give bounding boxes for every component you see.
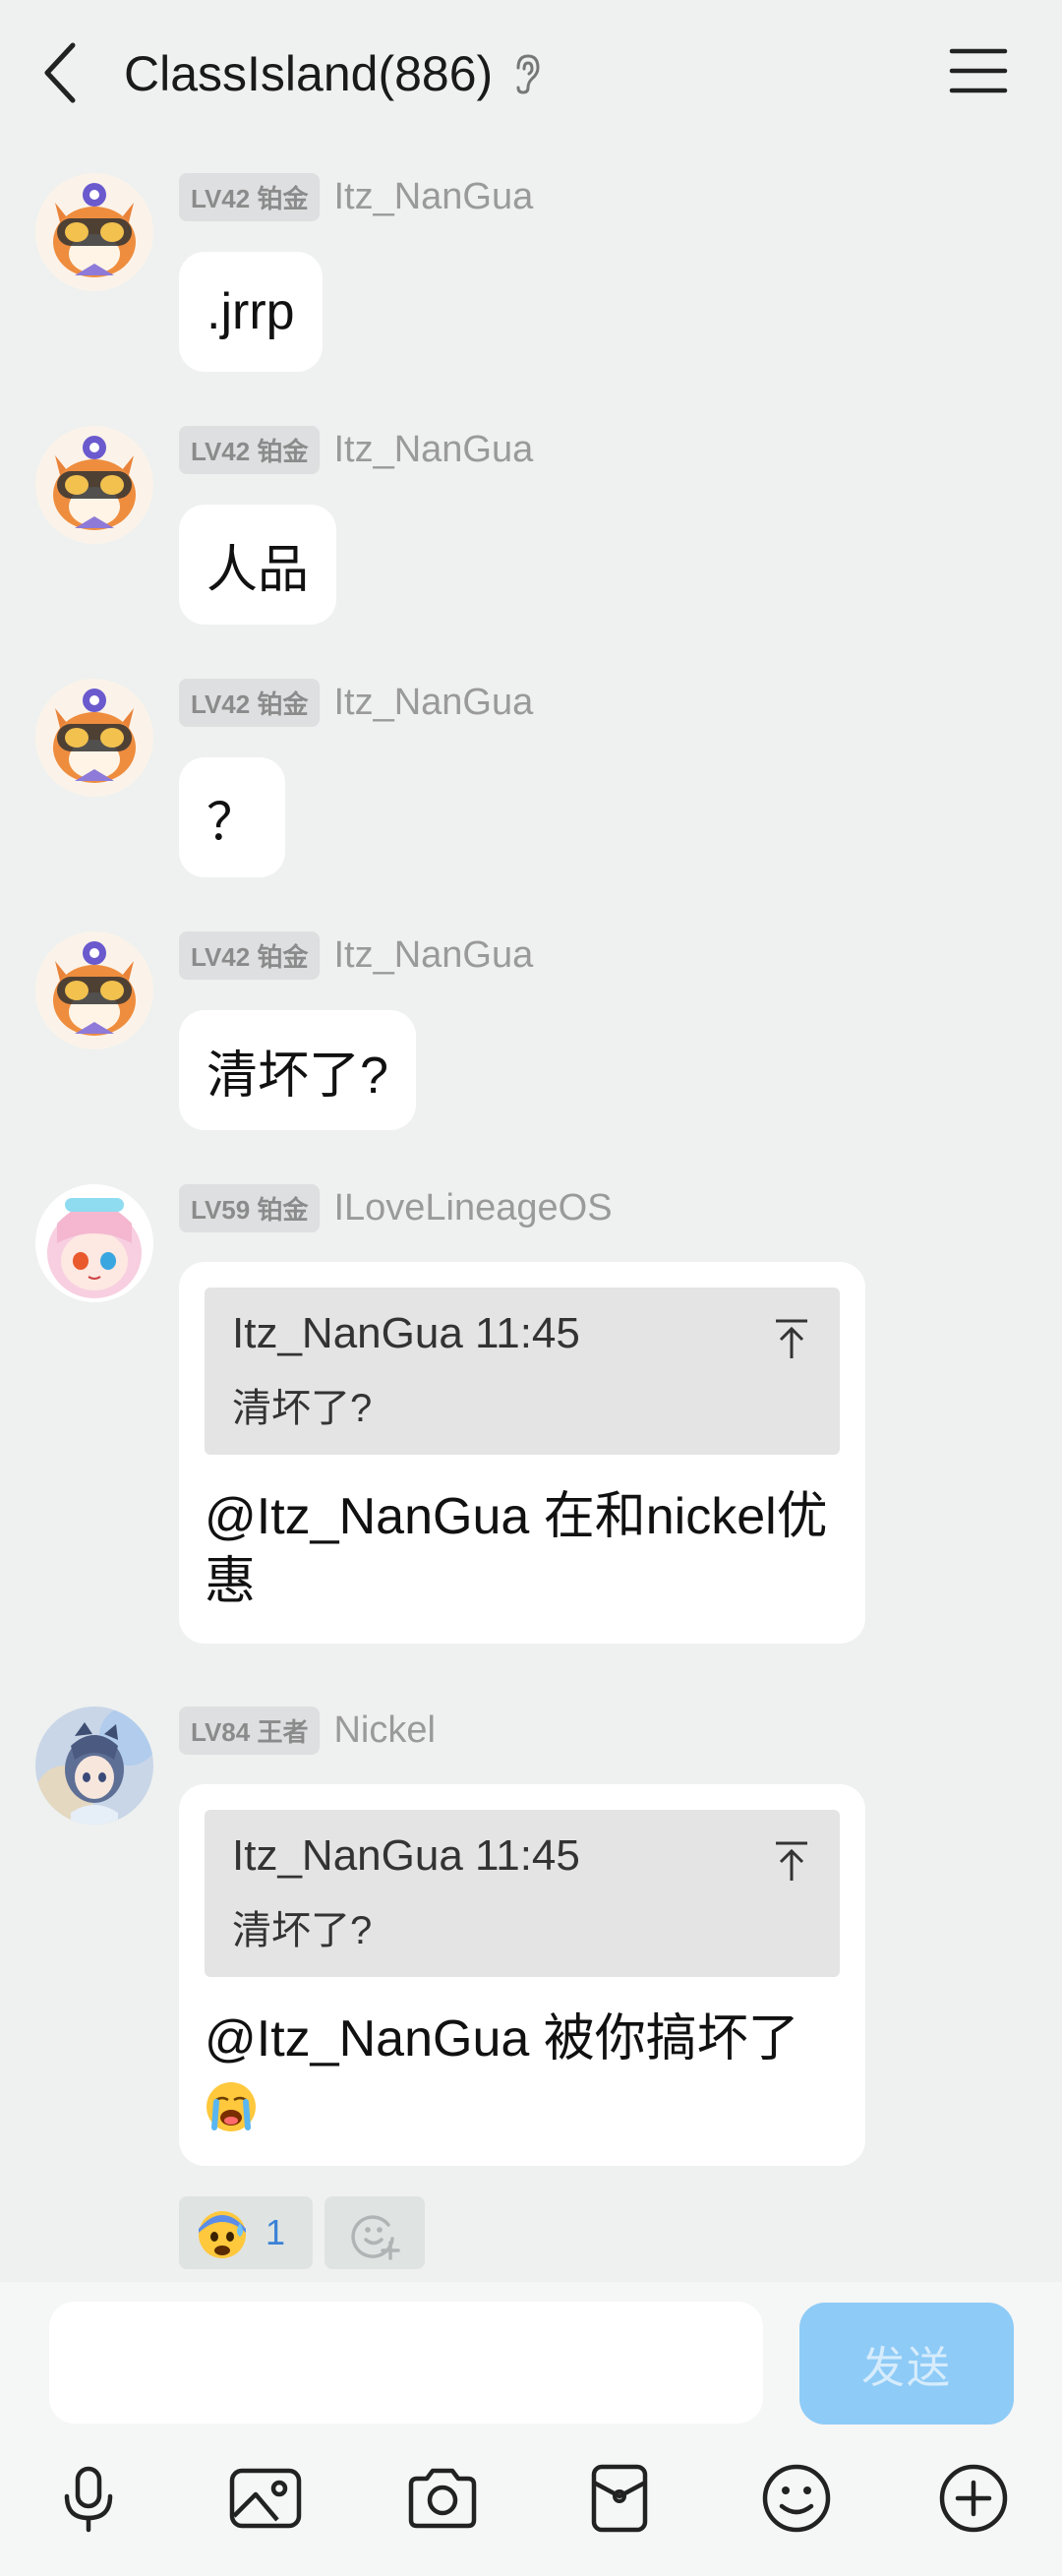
quote-text: 清坏了? bbox=[232, 1387, 373, 1430]
camera-icon[interactable] bbox=[403, 2459, 482, 2538]
message-text: @Itz_NanGua 在和nickel优惠 bbox=[205, 1488, 828, 1610]
message-meta: LV42 铂金 Itz_NanGua bbox=[179, 930, 533, 980]
image-icon[interactable] bbox=[226, 2459, 305, 2538]
microphone-icon[interactable] bbox=[49, 2459, 128, 2538]
message-meta: LV84 王者 Nickel bbox=[179, 1706, 436, 1755]
avatar[interactable] bbox=[35, 173, 153, 291]
message-bubble[interactable]: .jrrp bbox=[179, 252, 323, 372]
level-badge: LV59 铂金 bbox=[179, 1183, 321, 1232]
message-bubble[interactable]: Itz_NanGua 11:45 清坏了? @Itz_NanGua 在和nick… bbox=[179, 1262, 865, 1644]
sender-name[interactable]: Itz_NanGua bbox=[333, 176, 533, 218]
emoji-icon[interactable] bbox=[757, 2459, 836, 2538]
loudly-crying-face-emoji bbox=[206, 2082, 256, 2132]
message-input[interactable] bbox=[49, 2302, 763, 2424]
avatar[interactable] bbox=[35, 1184, 153, 1302]
avatar[interactable] bbox=[35, 931, 153, 1049]
level-badge: LV42 铂金 bbox=[179, 678, 321, 727]
ear-icon bbox=[516, 54, 540, 94]
level-badge: LV42 铂金 bbox=[179, 172, 321, 221]
quote-header: Itz_NanGua 11:45 bbox=[232, 1831, 580, 1880]
message-bubble[interactable]: Itz_NanGua 11:45 清坏了? @Itz_NanGua 被你搞坏了 bbox=[179, 1784, 865, 2166]
anxious-face-with-sweat-emoji bbox=[199, 2211, 246, 2258]
jump-to-top-icon[interactable] bbox=[773, 1839, 810, 1883]
sender-name[interactable]: Nickel bbox=[333, 1709, 435, 1752]
message-meta: LV42 铂金 Itz_NanGua bbox=[179, 678, 533, 727]
chevron-left-icon[interactable] bbox=[35, 37, 85, 108]
chat-title: ClassIsland(886) bbox=[124, 46, 494, 101]
avatar[interactable] bbox=[35, 426, 153, 544]
message-bubble[interactable]: 人品 bbox=[179, 505, 337, 625]
top-bar: ClassIsland(886) bbox=[0, 0, 1062, 148]
quote-header: Itz_NanGua 11:45 bbox=[232, 1309, 580, 1357]
message-bubble[interactable]: 清坏了? bbox=[179, 1010, 416, 1130]
plus-icon[interactable] bbox=[934, 2459, 1013, 2538]
sender-name[interactable]: ILoveLineageOS bbox=[333, 1187, 612, 1229]
avatar[interactable] bbox=[35, 1707, 153, 1825]
message-meta: LV42 铂金 Itz_NanGua bbox=[179, 425, 533, 474]
level-badge: LV42 铂金 bbox=[179, 425, 321, 474]
add-reaction-button[interactable] bbox=[324, 2196, 425, 2269]
message-meta: LV42 铂金 Itz_NanGua bbox=[179, 172, 533, 221]
jump-to-top-icon[interactable] bbox=[773, 1317, 810, 1360]
quoted-message[interactable]: Itz_NanGua 11:45 清坏了? bbox=[205, 1288, 840, 1455]
sender-name[interactable]: Itz_NanGua bbox=[333, 682, 533, 724]
red-packet-icon[interactable] bbox=[580, 2459, 659, 2538]
add-reaction-icon bbox=[351, 2215, 400, 2260]
quoted-message[interactable]: Itz_NanGua 11:45 清坏了? bbox=[205, 1810, 840, 1977]
chat-title-group[interactable]: ClassIsland(886) bbox=[124, 39, 544, 108]
level-badge: LV84 王者 bbox=[179, 1706, 321, 1755]
message-text-group: @Itz_NanGua 被你搞坏了 bbox=[205, 2007, 840, 2136]
level-badge: LV42 铂金 bbox=[179, 930, 321, 980]
message-bubble[interactable]: ？ bbox=[179, 757, 286, 877]
avatar[interactable] bbox=[35, 679, 153, 797]
reaction-count: 1 bbox=[266, 2212, 286, 2252]
message-meta: LV59 铂金 ILoveLineageOS bbox=[179, 1183, 613, 1232]
send-button[interactable]: 发送 bbox=[799, 2303, 1014, 2425]
sender-name[interactable]: Itz_NanGua bbox=[333, 429, 533, 471]
quote-text: 清坏了? bbox=[232, 1909, 373, 1952]
reaction-chip[interactable]: 1 bbox=[179, 2196, 313, 2269]
message-text: @Itz_NanGua 被你搞坏了 bbox=[205, 2010, 799, 2067]
menu-icon[interactable] bbox=[948, 43, 1009, 98]
sender-name[interactable]: Itz_NanGua bbox=[333, 934, 533, 977]
